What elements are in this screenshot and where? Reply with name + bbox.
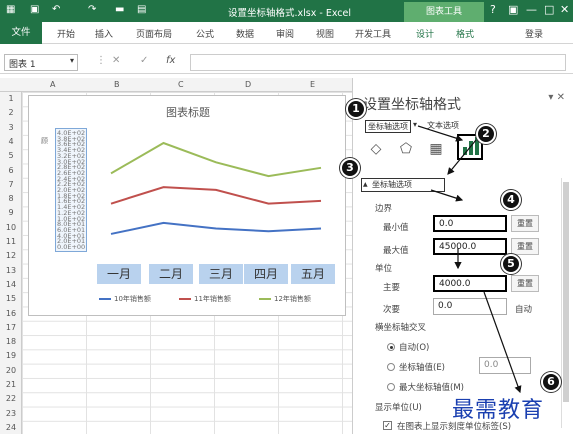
- annotation-arrows: [417, 125, 522, 394]
- arrow-2: [447, 139, 477, 175]
- callout-1: 1: [346, 99, 366, 119]
- callout-2: 2: [476, 124, 496, 144]
- watermark-text: 最需教育: [452, 398, 545, 423]
- callout-3: 3: [340, 158, 360, 178]
- callout-5: 5: [501, 254, 521, 274]
- arrow-5: [483, 291, 522, 394]
- arrow-1: [417, 125, 464, 142]
- callout-6: 6: [541, 372, 561, 392]
- callout-4: 4: [501, 190, 521, 210]
- arrow-3: [430, 189, 464, 202]
